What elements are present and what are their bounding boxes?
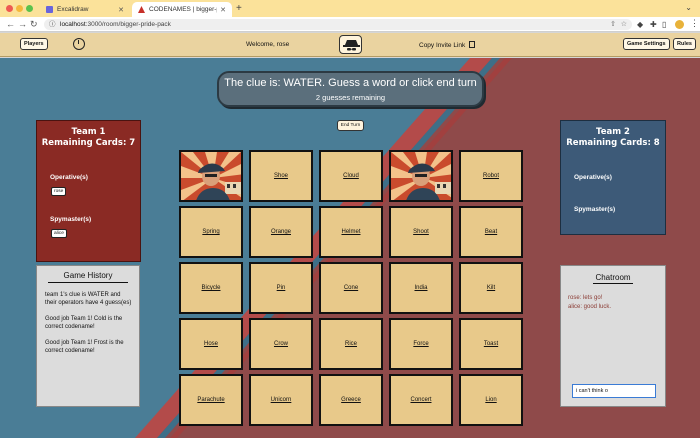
welcome-text: Welcome, rose xyxy=(246,41,290,48)
team-2-panel: Team 2 Remaining Cards: 8 Operative(s) S… xyxy=(560,120,666,235)
team-2-spymasters-label: Spymaster(s) xyxy=(574,206,616,213)
word-card[interactable]: Helmet xyxy=(319,206,383,258)
word-card[interactable]: Force xyxy=(389,318,453,370)
chat-message: rose: lets go! xyxy=(568,295,603,301)
zoom-window-button[interactable] xyxy=(26,5,33,12)
minimize-window-button[interactable] xyxy=(16,5,23,12)
chat-message: alice: good luck. xyxy=(568,304,612,310)
history-entry: Good job Team 1! Cold is the correct cod… xyxy=(45,316,123,330)
word-card[interactable]: Cloud xyxy=(319,150,383,202)
tab-list-chevron-icon[interactable]: ⌄ xyxy=(685,3,692,12)
url-path: :3000/room/bigger-pride-pack xyxy=(85,21,171,28)
word-card[interactable]: Robot xyxy=(459,150,523,202)
bookmark-star-icon[interactable]: ☆ xyxy=(621,19,627,30)
site-info-icon[interactable]: ⓘ xyxy=(49,19,56,30)
team-2-name: Team 2 xyxy=(596,127,630,137)
word-card[interactable]: Cone xyxy=(319,262,383,314)
history-entry: Good job Team 1! Frost is the correct co… xyxy=(45,340,124,354)
revealed-agent-card xyxy=(389,150,453,202)
game-history-panel: Game History team 1's clue is WATER and … xyxy=(36,265,140,407)
team-1-operative-chip[interactable]: rose xyxy=(51,187,67,196)
word-card[interactable]: Greece xyxy=(319,374,383,426)
team-1-panel: Team 1 Remaining Cards: 7 Operative(s) r… xyxy=(36,120,141,262)
team-1-remaining-cards: Remaining Cards: 7 xyxy=(41,138,136,148)
word-card[interactable]: Beat xyxy=(459,206,523,258)
forward-arrow-icon[interactable]: → xyxy=(18,18,27,31)
word-card[interactable]: Crow xyxy=(249,318,313,370)
close-tab-icon[interactable]: ✕ xyxy=(220,6,226,14)
game-history-title: Game History xyxy=(63,271,113,280)
reload-icon[interactable]: ↻ xyxy=(30,18,38,31)
divider xyxy=(593,283,633,284)
team-1-spymasters-label: Spymaster(s) xyxy=(50,216,92,223)
revealed-agent-card xyxy=(179,150,243,202)
clue-text: The clue is: WATER. Guess a word or clic… xyxy=(224,77,477,89)
word-card[interactable]: Lion xyxy=(459,374,523,426)
browser-tab-excalidraw[interactable]: Excalidraw ✕ xyxy=(40,2,130,17)
end-turn-button[interactable]: End Turn xyxy=(337,120,364,131)
clue-banner: The clue is: WATER. Guess a word or clic… xyxy=(217,71,484,107)
chatroom-title: Chatroom xyxy=(595,273,631,282)
tab-title: Excalidraw xyxy=(57,6,89,13)
players-button[interactable]: Players xyxy=(20,38,48,50)
close-window-button[interactable] xyxy=(6,5,13,12)
url-field[interactable]: ⓘ localhost:3000/room/bigger-pride-pack … xyxy=(44,19,632,30)
url-host: localhost xyxy=(60,21,86,28)
new-tab-plus-icon[interactable]: + xyxy=(236,3,242,15)
back-arrow-icon[interactable]: ← xyxy=(6,18,15,31)
excalidraw-favicon-icon xyxy=(46,6,53,13)
word-card[interactable]: Orange xyxy=(249,206,313,258)
team-2-remaining-cards: Remaining Cards: 8 xyxy=(566,138,660,148)
team-1-name: Team 1 xyxy=(71,127,106,137)
agent-portrait-icon xyxy=(391,152,451,200)
browser-tab-codenames[interactable]: CODENAMES | bigger-pride-p ✕ xyxy=(132,2,232,17)
word-card[interactable]: Shoe xyxy=(249,150,313,202)
profile-avatar-icon[interactable] xyxy=(675,20,684,29)
history-entry: team 1's clue is WATER and their operato… xyxy=(45,292,132,306)
word-card[interactable]: Rice xyxy=(319,318,383,370)
word-card[interactable]: Parachute xyxy=(179,374,243,426)
word-card[interactable]: Pin xyxy=(249,262,313,314)
word-card[interactable]: Toast xyxy=(459,318,523,370)
word-card[interactable]: Unicorn xyxy=(249,374,313,426)
tab-title: CODENAMES | bigger-pride-p xyxy=(149,6,217,13)
close-tab-icon[interactable]: ✕ xyxy=(118,6,124,14)
extension-icon[interactable]: ◆ xyxy=(637,19,643,30)
sidebar-icon[interactable]: ▯ xyxy=(662,19,666,30)
divider xyxy=(48,282,128,283)
word-card[interactable]: Hose xyxy=(179,318,243,370)
team-1-operatives-label: Operative(s) xyxy=(50,174,88,181)
browser-menu-icon[interactable]: ⋮ xyxy=(690,18,699,29)
share-icon[interactable]: ⇧ xyxy=(610,19,616,30)
game-area: The clue is: WATER. Guess a word or clic… xyxy=(0,58,700,438)
word-card[interactable]: Concert xyxy=(389,374,453,426)
word-card[interactable]: Spring xyxy=(179,206,243,258)
word-card[interactable]: India xyxy=(389,262,453,314)
word-card[interactable]: Kilt xyxy=(459,262,523,314)
chat-input[interactable]: i can't think o xyxy=(572,384,656,398)
copy-invite-link-label: Copy Invite Link xyxy=(419,42,466,49)
copy-icon xyxy=(469,41,476,48)
address-bar-row: ← → ↻ ⓘ localhost:3000/room/bigger-pride… xyxy=(0,17,700,32)
codenames-favicon-icon xyxy=(138,6,145,13)
word-card[interactable]: Bicycle xyxy=(179,262,243,314)
spy-logo-icon xyxy=(339,35,362,54)
rules-button[interactable]: Rules xyxy=(673,38,696,50)
puzzle-extensions-icon[interactable]: ✚ xyxy=(650,19,657,30)
game-settings-button[interactable]: Game Settings xyxy=(623,38,670,50)
team-1-spymaster-chip[interactable]: alice xyxy=(51,229,67,238)
browser-tab-bar: Excalidraw ✕ CODENAMES | bigger-pride-p … xyxy=(0,0,700,17)
agent-portrait-icon xyxy=(181,152,241,200)
guesses-remaining-text: 2 guesses remaining xyxy=(315,93,386,102)
app-header: Players Welcome, rose Copy Invite Link G… xyxy=(0,33,700,57)
team-2-operatives-label: Operative(s) xyxy=(574,174,612,181)
chatroom-panel: Chatroom rose: lets go! alice: good luck… xyxy=(560,265,666,407)
word-card[interactable]: Shoot xyxy=(389,206,453,258)
timer-clock-icon[interactable] xyxy=(73,38,85,50)
copy-invite-link-button[interactable]: Copy Invite Link xyxy=(419,41,476,49)
